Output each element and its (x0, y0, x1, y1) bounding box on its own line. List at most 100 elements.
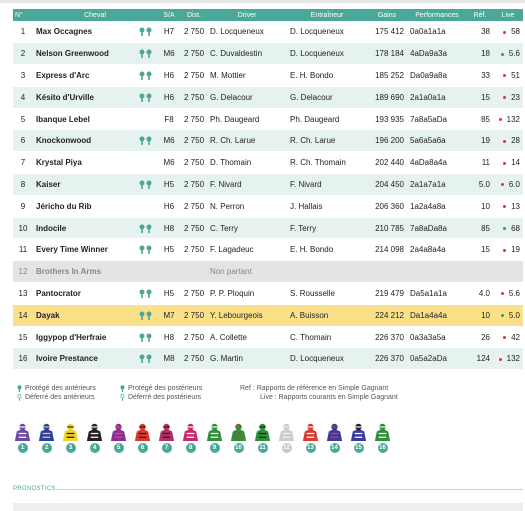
silk-item[interactable]: 4 (85, 423, 104, 453)
live-odds-value: 13 (511, 201, 520, 211)
horse-name-link[interactable]: Kaiser (36, 180, 60, 189)
runner-name[interactable]: Max Occagnes (33, 21, 157, 44)
runner-gains: 226 370 (367, 347, 407, 371)
runner-row[interactable]: 10 Indocile H8 2 750 C. Terry F. Terry 210 785… (13, 217, 523, 240)
live-odds-value: 28 (511, 136, 520, 146)
column-header[interactable]: Cheval (33, 9, 157, 21)
runner-row[interactable]: 2 Nelson Greenwood M6 2 750 C. Duvaldestin D.… (13, 42, 523, 66)
runner-name[interactable]: Pantocrator (33, 282, 157, 305)
runner-name[interactable]: Jéricho du Rib (33, 195, 157, 218)
runner-trainer: D. Locqueneux (287, 21, 367, 44)
silk-number: 4 (89, 443, 100, 453)
silk-item[interactable]: 9 (205, 423, 224, 453)
runner-name[interactable]: Iggypop d'Herfraie (33, 326, 157, 349)
column-header[interactable]: Gains (367, 9, 407, 21)
runner-name[interactable]: Nelson Greenwood (33, 42, 157, 66)
runner-trainer (287, 260, 367, 284)
silk-item[interactable]: 13 (301, 423, 320, 453)
column-header[interactable]: Réf. (467, 9, 493, 21)
runner-name[interactable]: Kaiser (33, 173, 157, 196)
live-trend-dot (500, 183, 504, 187)
column-header[interactable]: Driver (207, 9, 287, 21)
runner-distance: 2 750 (181, 217, 207, 240)
runner-name[interactable]: Késito d'Urville (33, 86, 157, 109)
silk-item[interactable]: 2 (37, 423, 56, 453)
runner-name[interactable]: Every Time Winner (33, 238, 157, 262)
silk-item[interactable]: 1 (13, 423, 32, 453)
column-header[interactable]: S/A (157, 9, 181, 21)
horse-name-link[interactable]: Ibanque Lebel (36, 115, 90, 124)
horse-name-link[interactable]: Knockonwood (36, 136, 91, 145)
runner-name[interactable]: Dayak (33, 304, 157, 327)
live-odds-value: 19 (511, 245, 520, 255)
column-header[interactable]: N° (13, 9, 33, 21)
runner-row[interactable]: 14 Dayak M7 2 750 Y. Lebourgeois A. Buisson 22… (13, 304, 523, 327)
horse-name-link[interactable]: Every Time Winner (36, 245, 108, 254)
silk-item[interactable]: 3 (61, 423, 80, 453)
live-trend-dot (498, 117, 502, 121)
silk-number: 2 (41, 443, 52, 453)
horse-name-link[interactable]: Express d'Arc (36, 71, 89, 80)
horse-name-link[interactable]: Jéricho du Rib (36, 202, 92, 211)
runner-row[interactable]: 1 Max Occagnes H7 2 750 D. Locqueneux D. Locq… (13, 21, 523, 44)
runner-trainer: J. Hallais (287, 195, 367, 218)
runner-name[interactable]: Ivoire Prestance (33, 347, 157, 371)
runner-row[interactable]: 4 Késito d'Urville H6 2 750 G. Delacour G. De… (13, 86, 523, 109)
silk-item[interactable]: 16 (373, 423, 392, 453)
horse-name-link[interactable]: Iggypop d'Herfraie (36, 333, 106, 342)
live-trend-dot (503, 335, 507, 339)
silk-item[interactable]: 10 (229, 423, 248, 453)
runner-name[interactable]: Knockonwood (33, 129, 157, 153)
runner-row[interactable]: 7 Krystal Piya M6 2 750 D. Thomain R. Ch. Tho… (13, 151, 523, 175)
runner-sex-age: H5 (157, 238, 181, 262)
runner-row[interactable]: 3 Express d'Arc H6 2 750 M. Mottier E. H. Bon… (13, 64, 523, 87)
live-trend-dot (503, 248, 507, 252)
runner-driver: G. Martin (207, 347, 287, 371)
horse-name-link[interactable]: Pantocrator (36, 289, 81, 298)
horse-name-link[interactable]: Ivoire Prestance (36, 354, 98, 363)
silk-item[interactable]: 14 (325, 423, 344, 453)
column-header[interactable]: Entraîneur (287, 9, 367, 21)
runner-row[interactable]: 13 Pantocrator H5 2 750 P. P. Ploquin S. Rous… (13, 282, 523, 305)
runner-row[interactable]: 12 Brothers In Arms Non partant (13, 260, 523, 284)
horse-name-link[interactable]: Késito d'Urville (36, 93, 94, 102)
silk-item[interactable]: 8 (181, 423, 200, 453)
horse-name-link[interactable]: Brothers In Arms (36, 267, 101, 276)
horse-name-link[interactable]: Nelson Greenwood (36, 49, 109, 58)
live-trend-dot (500, 52, 504, 56)
runner-row[interactable]: 16 Ivoire Prestance M8 2 750 G. Martin D. Loc… (13, 347, 523, 371)
runner-live-odds: 68 (493, 217, 523, 240)
runner-number: 2 (13, 42, 33, 66)
runner-name[interactable]: Krystal Piya (33, 151, 157, 175)
column-header[interactable]: Performances (407, 9, 467, 21)
silk-item[interactable]: 15 (349, 423, 368, 453)
shoe-outline-icon (120, 394, 125, 401)
runner-sex-age: F8 (157, 108, 181, 131)
runner-row[interactable]: 5 Ibanque Lebel F8 2 750 Ph. Daugeard Ph. Dau… (13, 108, 523, 131)
horse-name-link[interactable]: Max Occagnes (36, 27, 92, 36)
runner-ref-odds: 85 (467, 108, 493, 131)
silk-item[interactable]: 6 (133, 423, 152, 453)
runner-row[interactable]: 6 Knockonwood M6 2 750 R. Ch. Larue R. Ch. La… (13, 129, 523, 153)
runner-sex-age: H8 (157, 217, 181, 240)
runner-name[interactable]: Ibanque Lebel (33, 108, 157, 131)
horse-name-link[interactable]: Dayak (36, 311, 60, 320)
runner-row[interactable]: 15 Iggypop d'Herfraie H8 2 750 A. Collette C.… (13, 326, 523, 349)
runner-name[interactable]: Express d'Arc (33, 64, 157, 87)
silk-item[interactable]: 12 (277, 423, 296, 453)
horse-name-link[interactable]: Krystal Piya (36, 158, 82, 167)
runner-row[interactable]: 11 Every Time Winner H5 2 750 F. Lagadeuc E. … (13, 238, 523, 262)
runner-trainer: F. Terry (287, 217, 367, 240)
runner-name[interactable]: Brothers In Arms (33, 260, 157, 284)
shoe-icon (139, 71, 145, 80)
silk-item[interactable]: 7 (157, 423, 176, 453)
column-header[interactable]: Live (493, 9, 523, 21)
silk-item[interactable]: 5 (109, 423, 128, 453)
runner-name[interactable]: Indocile (33, 217, 157, 240)
runner-row[interactable]: 8 Kaiser H5 2 750 F. Nivard F. Nivard 204 450 2… (13, 173, 523, 196)
column-header[interactable]: Dist. (181, 9, 207, 21)
runner-row[interactable]: 9 Jéricho du Rib H6 2 750 N. Perron J. Hallai… (13, 195, 523, 218)
horse-name-link[interactable]: Indocile (36, 224, 66, 233)
silk-item[interactable]: 11 (253, 423, 272, 453)
runner-performances: Da0a9a8a (407, 64, 467, 87)
